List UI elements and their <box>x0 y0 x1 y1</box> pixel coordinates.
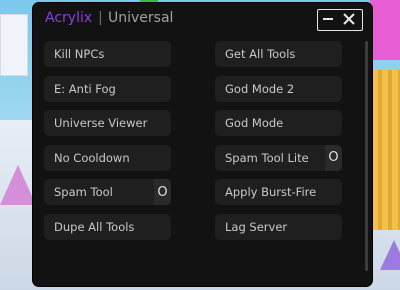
button-label: Dupe All Tools <box>54 219 135 234</box>
title-separator: | <box>98 10 103 26</box>
title-bar[interactable]: Acrylix | Universal <box>33 3 372 35</box>
button-label: Kill NPCs <box>54 47 105 61</box>
left-button-1[interactable]: E: Anti Fog <box>44 75 171 102</box>
button-label: Apply Burst-Fire <box>225 185 317 199</box>
left-button-2[interactable]: Universe Viewer <box>44 110 171 136</box>
left-button-0[interactable]: Kill NPCs <box>44 41 171 67</box>
button-label: Get All Tools <box>225 47 296 61</box>
right-button-3[interactable]: Spam Tool Lite O <box>215 144 342 171</box>
button-label: God Mode 2 <box>225 81 295 96</box>
right-button-1[interactable]: God Mode 2 <box>215 75 342 102</box>
background-structure <box>372 70 400 230</box>
button-label: Lag Server <box>225 219 288 234</box>
scrollbar[interactable] <box>365 41 368 271</box>
right-button-2[interactable]: God Mode <box>215 110 342 136</box>
button-label: Spam Tool <box>54 185 113 199</box>
background-panel <box>0 14 28 76</box>
button-label: Universe Viewer <box>54 116 148 130</box>
right-button-5[interactable]: Lag Server <box>215 213 342 240</box>
background-tree <box>380 240 400 270</box>
button-label: E: Anti Fog <box>54 81 116 96</box>
toggle-button[interactable]: O <box>154 179 171 205</box>
close-button[interactable] <box>342 12 356 26</box>
background-building <box>370 0 400 60</box>
left-button-3[interactable]: No Cooldown <box>44 144 171 171</box>
left-button-4[interactable]: Spam Tool O <box>44 179 171 205</box>
button-label: God Mode <box>225 116 284 130</box>
left-button-5[interactable]: Dupe All Tools <box>44 213 171 240</box>
background-tree <box>0 165 36 205</box>
brand-name: Acrylix <box>45 10 93 26</box>
button-label: Spam Tool Lite <box>225 150 309 165</box>
script-hub-window: Acrylix | Universal Kill NPCs E: Anti Fog… <box>33 3 372 286</box>
minimize-icon <box>323 18 333 20</box>
close-icon <box>343 13 355 25</box>
button-label: No Cooldown <box>54 150 130 165</box>
toggle-button[interactable]: O <box>325 144 342 171</box>
right-button-4[interactable]: Apply Burst-Fire <box>215 179 342 205</box>
right-button-0[interactable]: Get All Tools <box>215 41 342 67</box>
minimize-button[interactable] <box>321 12 335 26</box>
window-subtitle: Universal <box>108 10 174 26</box>
